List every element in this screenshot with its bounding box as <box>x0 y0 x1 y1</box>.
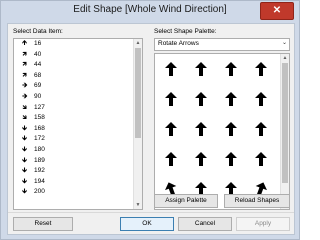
data-item-list-items: 🡹 16 🡽 40 🡽 44 🡽 68 🡺 69 🡺 90 🡾 127 🡾 158 🡻 168 🡻 172 🡻 180 🡻 1… <box>14 39 142 198</box>
arrow-south-icon: 🡻 <box>22 135 28 143</box>
list-item[interactable]: 🡻 168 <box>14 124 142 135</box>
list-item[interactable]: 🡽 40 <box>14 50 142 61</box>
scroll-up-icon[interactable]: ▲ <box>134 39 142 47</box>
arrow-south-icon: 🡻 <box>22 156 28 164</box>
list-item[interactable]: 🡺 90 <box>14 92 142 103</box>
arrow-south-southeast-icon: 🡾 <box>22 114 27 122</box>
arrow-east-northeast-icon: 🡽 <box>22 71 27 79</box>
shape-grid-scrollbar[interactable]: ▲ ▼ <box>280 54 289 209</box>
arrow-up-icon[interactable] <box>165 92 177 106</box>
arrow-up-icon[interactable] <box>255 122 267 136</box>
dialog-title: Edit Shape [Whole Wind Direction] <box>73 4 227 15</box>
apply-button[interactable]: Apply <box>236 217 290 231</box>
ok-button[interactable]: OK <box>120 217 174 231</box>
shape-palette-grid[interactable]: ▲ ▼ <box>154 53 290 210</box>
list-item-label: 189 <box>34 156 45 164</box>
arrow-up-icon[interactable] <box>225 62 237 76</box>
chevron-down-icon[interactable]: ⌄ <box>282 39 287 46</box>
list-item[interactable]: 🡽 44 <box>14 60 142 71</box>
reload-shapes-button[interactable]: Reload Shapes <box>224 194 290 208</box>
list-item-label: 194 <box>34 177 45 185</box>
arrow-up-icon[interactable] <box>165 62 177 76</box>
list-item[interactable]: 🡻 192 <box>14 166 142 177</box>
edit-shape-dialog: Edit Shape [Whole Wind Direction] ✕ Sele… <box>0 0 300 240</box>
arrow-south-icon: 🡻 <box>22 145 28 153</box>
list-item-label: 90 <box>34 92 42 100</box>
list-item[interactable]: 🡺 69 <box>14 81 142 92</box>
arrow-up-icon[interactable] <box>225 122 237 136</box>
close-button[interactable]: ✕ <box>260 2 294 20</box>
arrow-up-icon[interactable] <box>255 152 267 166</box>
arrow-south-icon: 🡻 <box>22 124 28 132</box>
list-item[interactable]: 🡹 16 <box>14 39 142 50</box>
list-item-label: 16 <box>34 40 42 47</box>
scroll-up-icon[interactable]: ▲ <box>281 54 289 62</box>
list-item-label: 172 <box>34 135 45 143</box>
arrow-northeast-icon: 🡽 <box>22 50 27 58</box>
list-item[interactable]: 🡻 200 <box>14 187 142 198</box>
arrow-south-icon: 🡻 <box>22 167 28 175</box>
arrow-up-icon[interactable] <box>195 92 207 106</box>
assign-palette-button[interactable]: Assign Palette <box>154 194 218 208</box>
arrow-south-icon: 🡻 <box>22 177 28 185</box>
arrow-up-icon[interactable] <box>195 152 207 166</box>
data-item-list[interactable]: 🡹 16 🡽 40 🡽 44 🡽 68 🡺 69 🡺 90 🡾 127 🡾 158 🡻 168 🡻 172 🡻 180 🡻 1… <box>13 38 143 210</box>
list-item-label: 69 <box>34 82 42 90</box>
list-item-label: 168 <box>34 124 45 132</box>
list-item[interactable]: 🡻 189 <box>14 156 142 167</box>
dialog-body: Select Data Item: 🡹 16 🡽 40 🡽 44 🡽 68 🡺 69 🡺 90 🡾 127… <box>7 23 295 235</box>
arrow-east-icon: 🡺 <box>22 82 28 90</box>
list-item[interactable]: 🡻 194 <box>14 177 142 188</box>
list-item[interactable]: 🡻 180 <box>14 145 142 156</box>
arrow-up-icon[interactable] <box>255 92 267 106</box>
arrow-southeast-icon: 🡾 <box>22 103 27 111</box>
list-item-label: 127 <box>34 103 45 111</box>
list-item-label: 158 <box>34 114 45 122</box>
list-item[interactable]: 🡽 68 <box>14 71 142 82</box>
cancel-button[interactable]: Cancel <box>178 217 232 231</box>
list-item[interactable]: 🡻 172 <box>14 134 142 145</box>
list-item-label: 40 <box>34 50 42 58</box>
scroll-thumb[interactable] <box>135 48 141 138</box>
list-item-label: 44 <box>34 61 42 69</box>
list-item[interactable]: 🡾 158 <box>14 113 142 124</box>
reset-button[interactable]: Reset <box>13 217 73 231</box>
select-data-item-label: Select Data Item: <box>13 28 63 35</box>
shape-palette-selected: Rotate Arrows <box>158 40 199 47</box>
arrow-south-icon: 🡻 <box>22 188 28 196</box>
list-item[interactable]: 🡾 127 <box>14 103 142 114</box>
arrow-northeast-icon: 🡽 <box>22 61 27 69</box>
footer-divider <box>8 212 294 213</box>
arrow-up-icon[interactable] <box>165 152 177 166</box>
arrow-up-icon[interactable] <box>255 62 267 76</box>
arrow-up-icon[interactable] <box>195 122 207 136</box>
shape-palette-dropdown[interactable]: Rotate Arrows ⌄ <box>154 38 290 51</box>
title-bar[interactable]: Edit Shape [Whole Wind Direction] ✕ <box>1 1 299 21</box>
arrow-up-icon[interactable] <box>225 92 237 106</box>
list-item-label: 180 <box>34 145 45 153</box>
arrow-up-icon[interactable] <box>195 62 207 76</box>
scroll-thumb[interactable] <box>282 63 288 183</box>
list-item-label: 200 <box>34 188 45 196</box>
arrow-up-icon[interactable] <box>225 152 237 166</box>
arrow-east-icon: 🡺 <box>22 92 28 100</box>
arrow-north-icon: 🡹 <box>22 40 28 47</box>
list-item-label: 68 <box>34 71 42 79</box>
scroll-down-icon[interactable]: ▼ <box>134 201 142 209</box>
select-shape-palette-label: Select Shape Palette: <box>154 28 217 35</box>
list-item-label: 192 <box>34 167 45 175</box>
arrow-up-icon[interactable] <box>165 122 177 136</box>
data-item-list-scrollbar[interactable]: ▲ ▼ <box>133 39 142 209</box>
